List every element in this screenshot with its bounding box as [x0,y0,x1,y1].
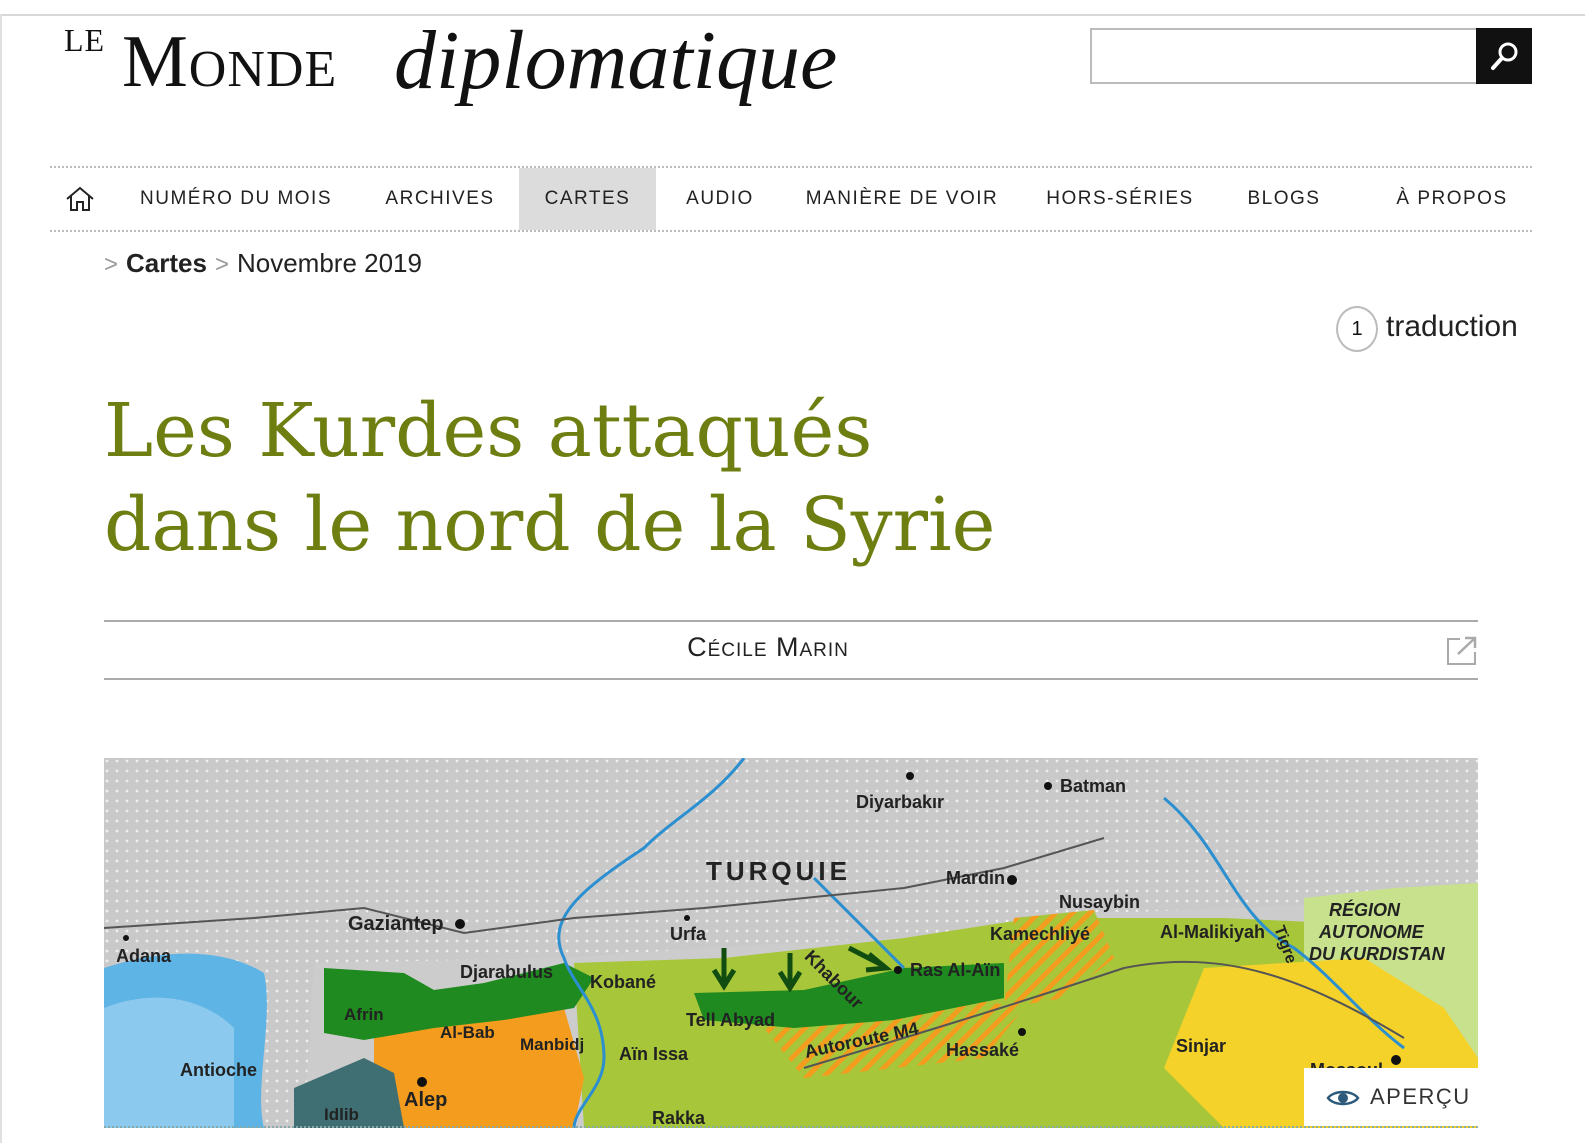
map-city-ainissa: Aïn Issa [619,1044,689,1064]
search-icon [1491,42,1518,70]
nav-item-maniere-de-voir[interactable]: MANIÈRE DE VOIR [802,168,1002,230]
map-city-alep: Alep [404,1089,447,1111]
article-author[interactable]: Cécile Marin [104,632,1432,663]
article-title-line2: dans le nord de la Syrie [104,482,996,568]
preview-label: APERÇU [1370,1084,1471,1109]
map-city-idlib: Idlib [324,1105,359,1124]
article-map[interactable]: TURQUIE RÉGION AUTONOME DU KURDISTAN Bat… [104,758,1478,1128]
map-city-gaziantep: Gaziantep [348,913,444,935]
map-city-batman: Batman [1060,776,1126,796]
search-button[interactable] [1476,28,1532,84]
breadcrumb-date[interactable]: Novembre 2019 [237,248,422,278]
map-city-kamechliye: Kamechliyé [990,924,1090,944]
logo-le: LE [64,22,106,58]
nav-item-archives[interactable]: ARCHIVES [370,168,510,230]
map-city-urfa: Urfa [670,924,707,944]
nav-item-audio[interactable]: AUDIO [672,168,768,230]
article-title: Les Kurdes attaqués dans le nord de la S… [104,384,1204,572]
translation-count: 1 [1336,306,1378,352]
map-city-rasalain: Ras Al-Aïn [910,960,1000,980]
nav-item-blogs[interactable]: BLOGS [1236,168,1332,230]
map-city-albab: Al-Bab [440,1023,495,1042]
nav-item-cartes[interactable]: CARTES [519,168,656,230]
map-city-hassake: Hassaké [946,1040,1019,1060]
nav-item-numero-du-mois[interactable]: NUMÉRO DU MOIS [126,168,346,230]
map-city-adana: Adana [116,946,172,966]
breadcrumb-section[interactable]: Cartes [126,248,207,278]
search-input[interactable] [1090,28,1478,84]
main-nav: NUMÉRO DU MOIS ARCHIVES CARTES AUDIO MAN… [50,166,1532,232]
eye-icon [1326,1090,1360,1106]
logo-monde: Monde [122,21,338,103]
map-city-antioche: Antioche [180,1060,257,1080]
map-city-sinjar: Sinjar [1176,1036,1226,1056]
map-city-afrin: Afrin [344,1005,384,1024]
map-bottom-rule [104,1126,1478,1130]
map-city-kobane: Kobané [590,972,656,992]
map-label-country: TURQUIE [706,856,851,886]
nav-item-hors-series[interactable]: HORS-SÉRIES [1040,168,1200,230]
author-rule-top [104,620,1478,622]
map-city-diyarbakir: Diyarbakır [856,792,944,812]
map-label-region-1: RÉGION [1329,899,1401,920]
logo-diplomatique: diplomatique [394,14,838,107]
map-city-manbidj: Manbidj [520,1035,584,1054]
translation-label: traduction [1386,310,1518,343]
map-image: TURQUIE RÉGION AUTONOME DU KURDISTAN Bat… [104,758,1478,1128]
author-rule-bottom [104,678,1478,680]
breadcrumb: > Cartes > Novembre 2019 [104,248,422,278]
page-left-border [0,14,2,1143]
map-city-mardin: Mardin [946,868,1005,888]
map-city-almalikiyah: Al-Malikiyah [1160,922,1265,942]
external-link-icon [1447,636,1477,665]
map-label-region-3: DU KURDISTAN [1309,944,1446,964]
map-city-nusaybin: Nusaybin [1059,892,1140,912]
search-bar [1090,28,1532,84]
map-city-djarabulus: Djarabulus [460,962,553,982]
home-icon [66,186,94,211]
nav-home[interactable] [64,186,96,217]
map-label-region-2: AUTONOME [1318,922,1425,942]
external-link-button[interactable] [1446,636,1478,671]
map-city-tellabyad: Tell Abyad [686,1010,775,1030]
nav-item-a-propos[interactable]: À PROPOS [1390,168,1514,230]
preview-button[interactable]: APERÇU [1304,1068,1478,1126]
article-title-line1: Les Kurdes attaqués [104,388,873,474]
map-city-rakka: Rakka [652,1108,706,1128]
